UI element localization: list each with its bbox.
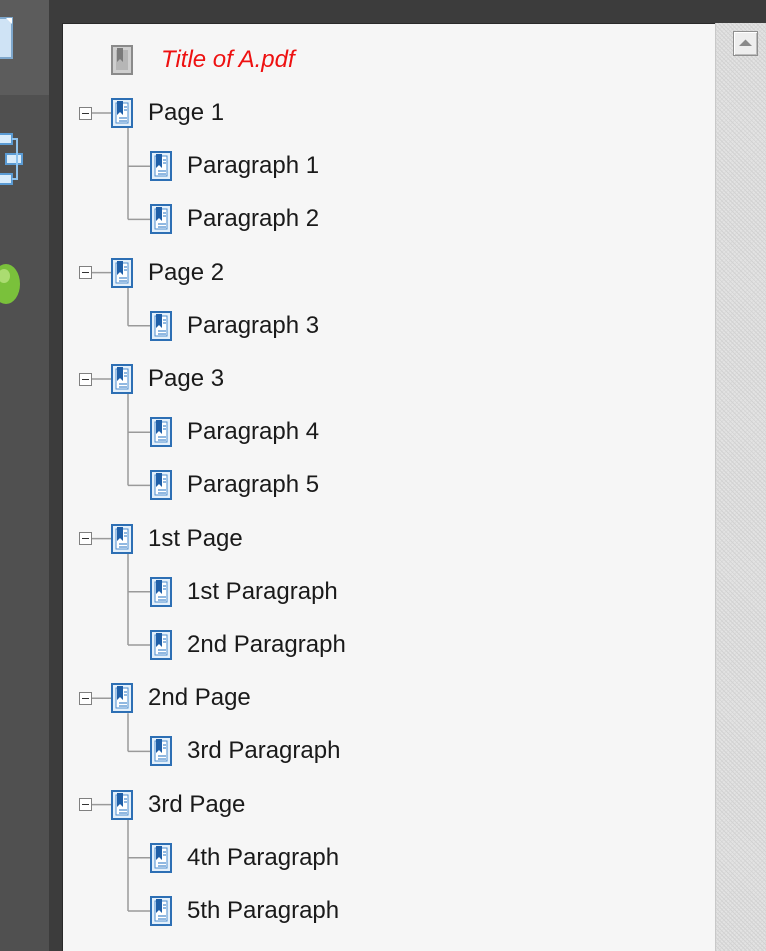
collapse-minus-icon[interactable] xyxy=(79,106,92,120)
vertical-scrollbar[interactable] xyxy=(715,23,766,951)
scroll-up-button[interactable] xyxy=(733,31,758,56)
scroll-up-arrow-icon xyxy=(739,39,752,46)
bookmark-label: 2nd Page xyxy=(148,684,251,712)
bookmark-label: 2nd Paragraph xyxy=(187,631,346,658)
bookmark-label: Paragraph 2 xyxy=(187,205,320,233)
bookmark-paragraph[interactable]: Paragraph 4 xyxy=(150,415,319,449)
bookmark-paragraph[interactable]: 3rd Paragraph xyxy=(150,734,340,768)
bookmark-page[interactable]: 3rd Page xyxy=(111,788,245,822)
bookmark-icon xyxy=(111,258,133,288)
collapse-minus-icon[interactable] xyxy=(79,532,92,546)
bookmark-label: Paragraph 5 xyxy=(187,471,320,499)
bookmark-page[interactable]: Page 3 xyxy=(111,362,224,396)
bookmark-icon xyxy=(150,896,172,926)
bookmark-icon xyxy=(150,151,172,181)
bookmark-label: 1st Page xyxy=(148,524,243,552)
bookmarks-tree: Title of A.pdf Page 1 Paragraph 1 Paragrap… xyxy=(0,0,715,951)
bookmark-label: Page 1 xyxy=(148,99,225,126)
collapse-minus-icon[interactable] xyxy=(79,372,92,386)
bookmark-icon xyxy=(150,311,172,341)
bookmark-label: Paragraph 1 xyxy=(187,152,320,180)
collapse-minus-icon[interactable] xyxy=(79,798,92,812)
bookmark-page[interactable]: Page 1 xyxy=(111,96,224,130)
grey-bookmark-icon xyxy=(111,45,133,75)
bookmark-icon xyxy=(111,790,133,820)
bookmark-label: 4th Paragraph xyxy=(187,843,340,871)
bookmark-label: Paragraph 3 xyxy=(187,311,320,339)
bookmark-icon xyxy=(111,98,133,128)
bookmark-icon xyxy=(150,630,172,660)
bookmark-label: Paragraph 4 xyxy=(187,418,320,446)
bookmark-label: 1st Paragraph xyxy=(187,577,338,605)
bookmark-icon xyxy=(150,417,172,447)
bookmark-icon xyxy=(150,470,172,500)
bookmark-label: 3rd Page xyxy=(148,790,246,818)
bookmark-paragraph[interactable]: Paragraph 1 xyxy=(150,149,319,183)
bookmark-paragraph[interactable]: Paragraph 3 xyxy=(150,309,319,343)
bookmark-paragraph[interactable]: Paragraph 5 xyxy=(150,468,319,502)
bookmark-icon xyxy=(111,364,133,394)
bookmark-label: 5th Paragraph xyxy=(187,897,340,924)
collapse-minus-icon[interactable] xyxy=(79,691,92,705)
bookmark-icon xyxy=(111,524,133,554)
bookmark-label: Page 2 xyxy=(148,258,225,286)
collapse-minus-icon[interactable] xyxy=(79,266,92,280)
bookmark-paragraph[interactable]: 2nd Paragraph xyxy=(150,628,346,662)
bookmark-page[interactable]: Page 2 xyxy=(111,256,224,290)
bookmark-paragraph[interactable]: 4th Paragraph xyxy=(150,841,339,875)
tree-connector-lines xyxy=(92,112,150,912)
bookmark-title[interactable]: Title of A.pdf xyxy=(111,43,295,77)
bookmark-icon xyxy=(150,843,172,873)
bookmark-icon xyxy=(150,204,172,234)
bookmark-icon xyxy=(111,683,133,713)
bookmark-paragraph[interactable]: Paragraph 2 xyxy=(150,202,319,236)
bookmark-title-label: Title of A.pdf xyxy=(161,46,295,73)
bookmark-paragraph[interactable]: 1st Paragraph xyxy=(150,575,338,609)
bookmark-icon xyxy=(150,577,172,607)
bookmark-page[interactable]: 1st Page xyxy=(111,522,243,556)
bookmark-page[interactable]: 2nd Page xyxy=(111,681,251,715)
bookmark-label: Page 3 xyxy=(148,365,225,392)
bookmark-icon xyxy=(150,736,172,766)
bookmark-paragraph[interactable]: 5th Paragraph xyxy=(150,894,339,928)
bookmark-label: 3rd Paragraph xyxy=(187,737,341,765)
